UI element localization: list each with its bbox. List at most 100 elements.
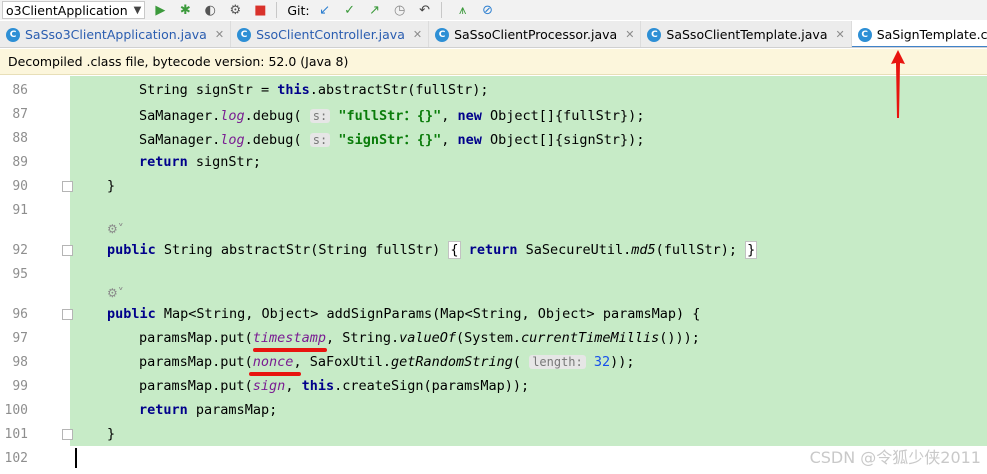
method: getRandomString	[390, 354, 513, 370]
line-number: 89	[12, 154, 28, 170]
code-text: paramsMap.put(nonce, SaFoxUtil.getRandom…	[139, 354, 635, 370]
fold-marker-icon[interactable]	[62, 428, 73, 440]
field: nonce	[252, 354, 294, 370]
code-line: 99 paramsMap.put(sign, this.createSign(p…	[0, 374, 987, 398]
tab-label: SaSsoClientProcessor.java	[454, 27, 618, 42]
no-entry-icon[interactable]: ⊘	[478, 1, 498, 19]
git-label: Git:	[287, 2, 310, 18]
line-number: 97	[12, 330, 28, 346]
run-configuration-select[interactable]: o3ClientApplication ▼	[2, 1, 146, 19]
fold-marker-icon[interactable]	[62, 244, 73, 256]
tab-label: SaSsoClientTemplate.java	[666, 27, 828, 42]
token: .debug(	[244, 132, 302, 148]
code-line: 98 paramsMap.put(nonce, SaFoxUtil.getRan…	[0, 350, 987, 374]
activity-graph-icon[interactable]: ⩚	[453, 1, 473, 19]
line-number: 95	[12, 266, 28, 282]
tab-label: SsoClientController.java	[256, 27, 405, 42]
keyword: this	[301, 378, 335, 394]
tab-sasso3clientapplication[interactable]: C SaSso3ClientApplication.java ✕	[0, 21, 232, 47]
string-literal: "signStr：{}"	[338, 132, 442, 148]
number-literal: 32	[593, 354, 611, 370]
chevron-down-icon: ▼	[133, 4, 142, 16]
decompiled-notice: Decompiled .class file, bytecode version…	[0, 49, 987, 75]
method: valueOf	[399, 330, 457, 346]
folded-brace[interactable]: }	[745, 241, 758, 259]
line-number: 96	[12, 306, 28, 322]
token: .createSign(paramsMap));	[334, 378, 530, 394]
field: timestamp	[252, 330, 326, 346]
field: log	[220, 108, 245, 124]
coverage-icon[interactable]: ◐	[200, 1, 220, 19]
code-line: 92 public String abstractStr(String full…	[0, 238, 987, 262]
code-line: 100 return paramsMap;	[0, 398, 987, 422]
fold-marker-icon[interactable]	[62, 308, 73, 320]
toolbar-separator	[276, 2, 278, 18]
main-toolbar: o3ClientApplication ▼ ▶ ✱ ◐ ⚙ ■ Git: ↙ ✓…	[0, 0, 987, 20]
code-line: 90 }	[0, 174, 987, 198]
token: Object[]{signStr});	[490, 132, 645, 148]
tab-label: SaSso3ClientApplication.java	[25, 27, 207, 42]
token: Map<String, Object> addSignParams(Map<St…	[163, 306, 701, 322]
git-commit-icon[interactable]: ✓	[340, 1, 360, 19]
git-update-icon[interactable]: ↙	[315, 1, 335, 19]
tab-ssoclientcontroller[interactable]: C SsoClientController.java ✕	[231, 21, 430, 47]
token: (System.	[456, 330, 522, 346]
annotation-underline	[253, 348, 327, 352]
stop-icon[interactable]: ■	[250, 1, 270, 19]
close-icon[interactable]: ✕	[625, 28, 634, 41]
keyword: this	[277, 82, 310, 98]
history-icon[interactable]: ◷	[390, 1, 410, 19]
token: .abstractStr(fullStr);	[309, 82, 489, 98]
implementation-gutter-icon[interactable]: ⚙˅	[107, 286, 124, 300]
tab-sassoclientprocessor[interactable]: C SaSsoClientProcessor.java ✕	[429, 21, 642, 47]
token: paramsMap.put(	[139, 354, 253, 370]
folded-brace[interactable]: {	[448, 241, 461, 259]
code-line: 88 SaManager.log.debug( s: "signStr：{}",…	[0, 126, 987, 150]
spring-class-icon: C	[6, 27, 20, 42]
code-text: paramsMap.put(timestamp, String.valueOf(…	[139, 330, 700, 346]
tab-label: SaSignTemplate.class	[876, 27, 987, 42]
code-line: 87 SaManager.log.debug( s: "fullStr：{}",…	[0, 102, 987, 126]
method: currentTimeMillis	[521, 330, 660, 346]
close-icon[interactable]: ✕	[215, 28, 224, 41]
close-icon[interactable]: ✕	[413, 28, 422, 41]
keyword: return	[139, 154, 188, 170]
token: SaManager.	[139, 132, 221, 148]
tab-sassoclienttemplate[interactable]: C SaSsoClientTemplate.java ✕	[641, 21, 852, 47]
code-text: String signStr = this.abstractStr(fullSt…	[139, 82, 489, 98]
close-icon[interactable]: ✕	[835, 28, 844, 41]
token: String	[139, 82, 188, 98]
code-text: SaManager.log.debug( s: "signStr：{}", ne…	[139, 132, 645, 148]
class-icon: C	[857, 27, 872, 42]
token: signStr;	[195, 154, 261, 170]
token: .debug(	[244, 108, 302, 124]
line-number: 91	[12, 202, 28, 218]
token: paramsMap.put(	[139, 330, 253, 346]
line-number: 87	[12, 106, 28, 122]
tab-sasigntemplate[interactable]: C SaSignTemplate.class ✕	[851, 21, 987, 47]
keyword: public	[107, 242, 156, 258]
fold-marker-icon[interactable]	[62, 180, 73, 192]
token: paramsMap.put(	[139, 378, 253, 394]
rollback-icon[interactable]: ↶	[415, 1, 435, 19]
watermark: CSDN @令狐少侠2011	[809, 448, 981, 467]
code-editor[interactable]: 86 String signStr = this.abstractStr(ful…	[0, 76, 987, 474]
code-text: return signStr;	[139, 154, 261, 170]
profile-icon[interactable]: ⚙	[225, 1, 245, 19]
code-line: 96 public Map<String, Object> addSignPar…	[0, 302, 987, 326]
run-icon[interactable]: ▶	[150, 1, 170, 19]
run-configuration-label: o3ClientApplication	[6, 2, 128, 18]
parameter-hint: s:	[309, 133, 331, 147]
code-line: 86 String signStr = this.abstractStr(ful…	[0, 78, 987, 102]
git-push-icon[interactable]: ↗	[365, 1, 385, 19]
implementation-gutter-icon[interactable]: ⚙˅	[107, 222, 124, 236]
class-icon: C	[647, 27, 662, 42]
token: , SaFoxUtil.	[293, 354, 391, 370]
class-icon: C	[435, 27, 450, 42]
debug-icon[interactable]: ✱	[175, 1, 195, 19]
method: md5	[631, 242, 656, 258]
code-line: 101 }	[0, 422, 987, 446]
keyword: new	[457, 132, 482, 148]
toolbar-separator	[440, 2, 442, 18]
code-text: }	[107, 426, 116, 442]
